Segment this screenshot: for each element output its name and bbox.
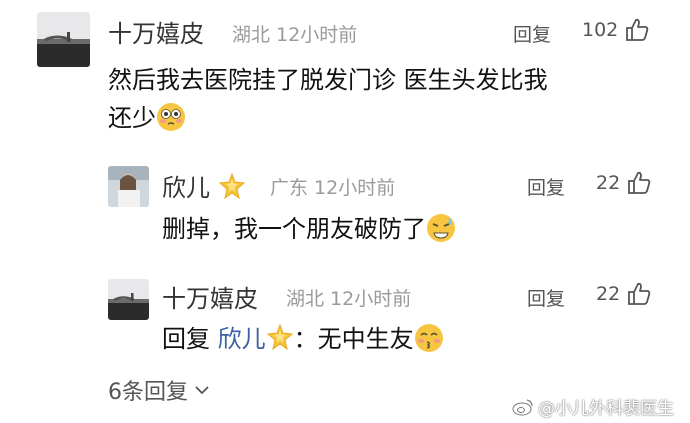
reply-button[interactable]: 回复 xyxy=(527,173,565,200)
reply-button[interactable]: 回复 xyxy=(527,284,565,311)
reply-text-content: 删掉，我一个朋友破防了 xyxy=(162,215,426,243)
like-button[interactable]: 22 xyxy=(596,282,652,306)
more-replies-label: 6条回复 xyxy=(108,380,188,405)
avatar[interactable] xyxy=(108,279,149,320)
location-time: 湖北 12小时前 xyxy=(232,24,358,46)
mention-link[interactable]: 欣儿 xyxy=(218,325,266,353)
thumbs-up-icon xyxy=(628,282,651,305)
comment-text-line2: 还少 xyxy=(108,104,156,132)
location-time: 湖北 12小时前 xyxy=(286,288,412,310)
like-count: 102 xyxy=(582,19,619,41)
avatar[interactable] xyxy=(37,12,90,67)
thumbs-up-icon xyxy=(628,171,651,194)
comment-text-line1: 然后我去医院挂了脱发门诊 医生头发比我 xyxy=(108,66,548,94)
thumbs-up-icon xyxy=(626,18,649,41)
sweat-emoji-icon xyxy=(427,214,455,242)
flushed-emoji-icon xyxy=(157,103,185,131)
like-button[interactable]: 22 xyxy=(596,171,652,195)
location-time: 广东 12小时前 xyxy=(270,177,396,199)
star-badge-icon xyxy=(266,323,293,351)
reply-username[interactable]: 欣儿 xyxy=(162,168,246,203)
reply-username[interactable]: 十万嬉皮 xyxy=(162,279,258,314)
star-badge-icon xyxy=(218,172,245,200)
watermark-text: @小儿外科裴医生 xyxy=(538,399,674,419)
like-count: 22 xyxy=(596,283,621,305)
chevron-down-icon xyxy=(195,386,209,395)
username[interactable]: 十万嬉皮 xyxy=(108,14,204,49)
watermark: @小儿外科裴医生 xyxy=(512,394,674,419)
reply-username-text: 欣儿 xyxy=(162,174,210,202)
avatar[interactable] xyxy=(108,166,149,207)
comment-text: 然后我去医院挂了脱发门诊 医生头发比我 还少 xyxy=(108,61,548,137)
reply-text: 回复 欣儿 ：无中生友 xyxy=(162,320,444,358)
kissing-emoji-icon xyxy=(414,324,443,352)
weibo-logo-icon xyxy=(512,398,533,415)
reply-prefix: 回复 xyxy=(162,325,218,353)
reply-suffix: ：无中生友 xyxy=(293,325,414,353)
like-count: 22 xyxy=(596,172,621,194)
more-replies-button[interactable]: 6条回复 xyxy=(108,374,210,406)
reply-text: 删掉，我一个朋友破防了 xyxy=(162,210,456,248)
reply-button[interactable]: 回复 xyxy=(513,20,551,47)
like-button[interactable]: 102 xyxy=(582,18,650,42)
